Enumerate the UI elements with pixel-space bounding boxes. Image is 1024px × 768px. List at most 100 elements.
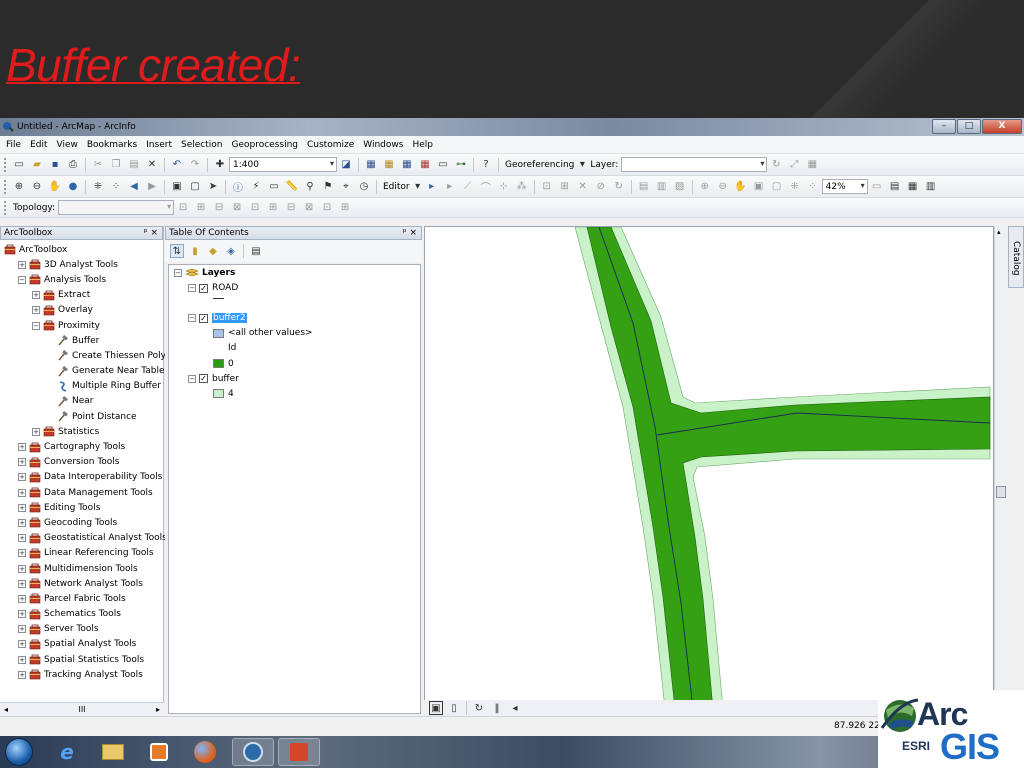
toolbox-tree-item[interactable]: + Geostatistical Analyst Tools	[0, 531, 167, 546]
fixed-zoom-in-icon[interactable]: ⁜	[91, 180, 105, 194]
expand-icon[interactable]: +	[18, 549, 26, 558]
cut-polygons-icon[interactable]: ✕	[576, 180, 590, 194]
link-table-icon[interactable]: ▦	[805, 158, 819, 172]
add-control-points-icon[interactable]: ⤢	[787, 158, 801, 172]
toolbox-tree-item[interactable]: + Parcel Fabric Tools	[0, 591, 163, 606]
georeferencing-menu[interactable]: Georeferencing	[505, 160, 574, 170]
menu-geoprocessing[interactable]: Geoprocessing	[231, 140, 298, 150]
change-layout-icon[interactable]: ▦	[906, 180, 920, 194]
taskbar-internet-explorer[interactable]: e	[46, 738, 88, 766]
find-icon[interactable]: ⚲	[303, 180, 317, 194]
fixed-zoom-layout-icon[interactable]: ⁜	[788, 180, 802, 194]
layer-name[interactable]: buffer	[212, 374, 239, 384]
arctoolbox-icon[interactable]: ▦	[418, 158, 432, 172]
toolbox-tree-item[interactable]: + Conversion Tools	[0, 455, 163, 470]
scroll-left-icon[interactable]: ◂	[508, 701, 522, 715]
find-route-icon[interactable]: ⚑	[321, 180, 335, 194]
scroll-right-icon[interactable]: ▸	[156, 705, 160, 714]
toolbar-grip[interactable]	[4, 200, 7, 215]
toolbox-tree-item[interactable]: + Geocoding Tools	[0, 515, 163, 530]
layer-name[interactable]: buffer2	[212, 313, 247, 324]
planarize-icon[interactable]: ⊠	[230, 201, 244, 215]
construct-polygons-icon[interactable]: ⊡	[248, 201, 262, 215]
map-scale-combo[interactable]: 1:400 ▾	[229, 157, 337, 172]
end-point-arc-icon[interactable]: ⌒	[479, 180, 493, 194]
toolbox-tree-item[interactable]: + Statistics	[0, 424, 163, 439]
toolbox-tree-item[interactable]: − Analysis Tools	[0, 272, 163, 287]
toolbox-tree-item[interactable]: + Server Tools	[0, 622, 163, 637]
edit-vertices-icon[interactable]: ⊡	[540, 180, 554, 194]
menu-insert[interactable]: Insert	[146, 140, 172, 150]
toolbox-tree-item[interactable]: Buffer	[0, 333, 163, 348]
expand-icon[interactable]: +	[18, 640, 26, 649]
back-extent-icon[interactable]: ◀	[127, 180, 141, 194]
collapse-icon[interactable]: −	[188, 374, 196, 383]
toolbox-tree-item[interactable]: + Overlay	[0, 303, 163, 318]
toggle-draft-mode-icon[interactable]: ▭	[870, 180, 884, 194]
create-features-icon[interactable]: ▧	[673, 180, 687, 194]
expand-icon[interactable]: +	[18, 564, 26, 573]
undo-icon[interactable]: ↶	[170, 158, 184, 172]
menu-bookmarks[interactable]: Bookmarks	[87, 140, 137, 150]
collapse-icon[interactable]: −	[188, 314, 196, 323]
fixed-zoom-out-icon[interactable]: ⁘	[109, 180, 123, 194]
toolbar-grip[interactable]	[4, 157, 7, 172]
html-popup-icon[interactable]: ▭	[267, 180, 281, 194]
taskbar-powerpoint[interactable]	[278, 738, 320, 766]
toolbox-tree-item[interactable]: + Data Management Tools	[0, 485, 163, 500]
select-elements-icon[interactable]: ➤	[206, 180, 220, 194]
expand-icon[interactable]: +	[18, 503, 26, 512]
close-button[interactable]: X	[982, 119, 1022, 134]
toc-layers-root[interactable]: − Layers	[174, 268, 235, 278]
expand-icon[interactable]: +	[32, 306, 40, 315]
catalog-tab[interactable]: Catalog	[1008, 226, 1024, 288]
toolbox-tree-item[interactable]: + Editing Tools	[0, 500, 163, 515]
georef-layer-combo[interactable]: ▾	[621, 157, 768, 172]
layout-view-icon[interactable]: ▯	[447, 701, 461, 715]
layout-pan-icon[interactable]: ✋	[734, 180, 748, 194]
error-inspector-icon[interactable]: ⊡	[320, 201, 334, 215]
split-polygons-icon[interactable]: ⊞	[266, 201, 280, 215]
clear-selection-icon[interactable]: ▢	[188, 180, 202, 194]
print-icon[interactable]: ⎙	[66, 158, 80, 172]
zoom-whole-page-icon[interactable]: ▣	[752, 180, 766, 194]
pin-close-icon[interactable]: ᵖ ×	[144, 227, 158, 239]
toolbox-tree-item[interactable]: + Linear Referencing Tools	[0, 546, 163, 561]
expand-icon[interactable]: +	[18, 625, 26, 634]
taskbar-arcmap[interactable]	[232, 738, 274, 766]
identify-icon[interactable]: ⓘ	[231, 180, 245, 194]
redo-icon[interactable]: ↷	[188, 158, 202, 172]
expand-icon[interactable]: +	[18, 670, 26, 679]
focus-data-frame-icon[interactable]: ▤	[888, 180, 902, 194]
menu-windows[interactable]: Windows	[363, 140, 403, 150]
topology-combo[interactable]: ▾	[58, 200, 175, 215]
pause-drawing-icon[interactable]: ‖	[490, 701, 504, 715]
toolbox-tree-item[interactable]: +3D Analyst Tools	[0, 257, 163, 272]
expand-icon[interactable]: +	[18, 579, 26, 588]
start-button[interactable]	[5, 738, 33, 766]
menu-file[interactable]: File	[6, 140, 21, 150]
data-driven-pages-icon[interactable]: ▥	[924, 180, 938, 194]
menu-selection[interactable]: Selection	[181, 140, 222, 150]
toolbox-tree-item[interactable]: + Tracking Analyst Tools	[0, 667, 163, 682]
catalog-window-icon[interactable]: ▦	[382, 158, 396, 172]
map-view[interactable]	[424, 226, 994, 708]
straight-segment-icon[interactable]: ⟋	[461, 180, 475, 194]
trace-icon[interactable]: ⊹	[497, 180, 511, 194]
construct-features-icon[interactable]: ⊟	[212, 201, 226, 215]
collapse-icon[interactable]: −	[188, 284, 196, 292]
maximize-button[interactable]: □	[957, 119, 981, 134]
menu-customize[interactable]: Customize	[307, 140, 354, 150]
expand-icon[interactable]: +	[32, 291, 40, 300]
toc-layer-buffer2[interactable]: − ✓ buffer2	[188, 313, 247, 324]
map-topology-icon[interactable]: ⊡	[176, 201, 190, 215]
layer-visibility-checkbox[interactable]: ✓	[199, 313, 208, 323]
forward-extent-icon[interactable]: ▶	[145, 180, 159, 194]
menu-help[interactable]: Help	[412, 140, 433, 150]
data-view-icon[interactable]: ▣	[429, 701, 443, 715]
toolbox-tree-item[interactable]: Point Distance	[0, 409, 163, 424]
toolbox-tree-item[interactable]: + Spatial Analyst Tools	[0, 637, 163, 652]
layout-zoom-combo[interactable]: 42% ▾	[821, 179, 868, 194]
scroll-up-icon[interactable]: ▴	[997, 228, 1001, 236]
expand-icon[interactable]: +	[18, 458, 26, 467]
